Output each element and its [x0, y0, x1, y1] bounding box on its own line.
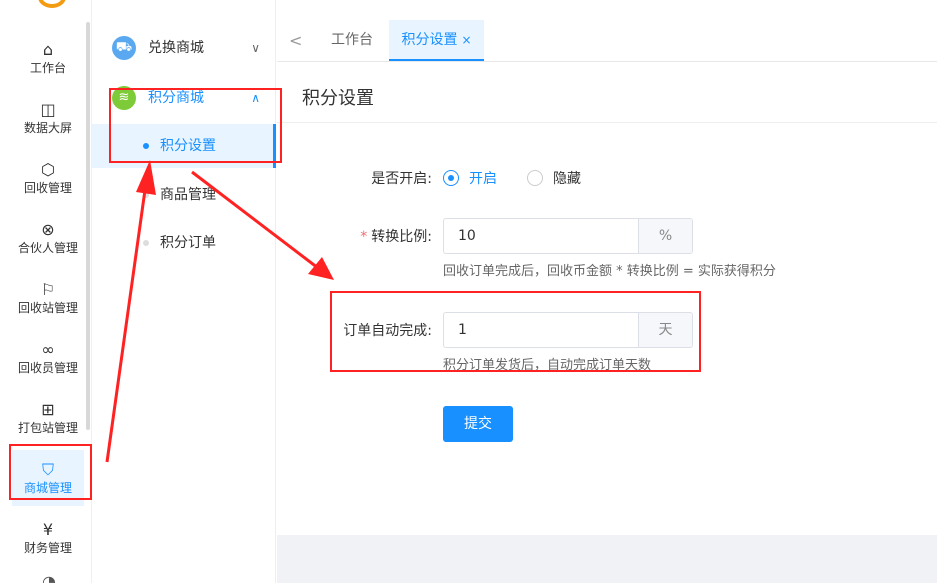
app-root: ⌂ 工作台 ◫ 数据大屏 ⬡ 回收管理 ⊗ 合伙人管理 ⚐ 回收站管理 ∞ 回收… — [0, 0, 937, 583]
arrowhead-up — [136, 160, 156, 195]
arrow-line-up — [105, 189, 147, 463]
arrowhead-right — [308, 257, 334, 280]
arrow-line-right — [191, 170, 319, 270]
annotation-arrows — [105, 160, 334, 463]
